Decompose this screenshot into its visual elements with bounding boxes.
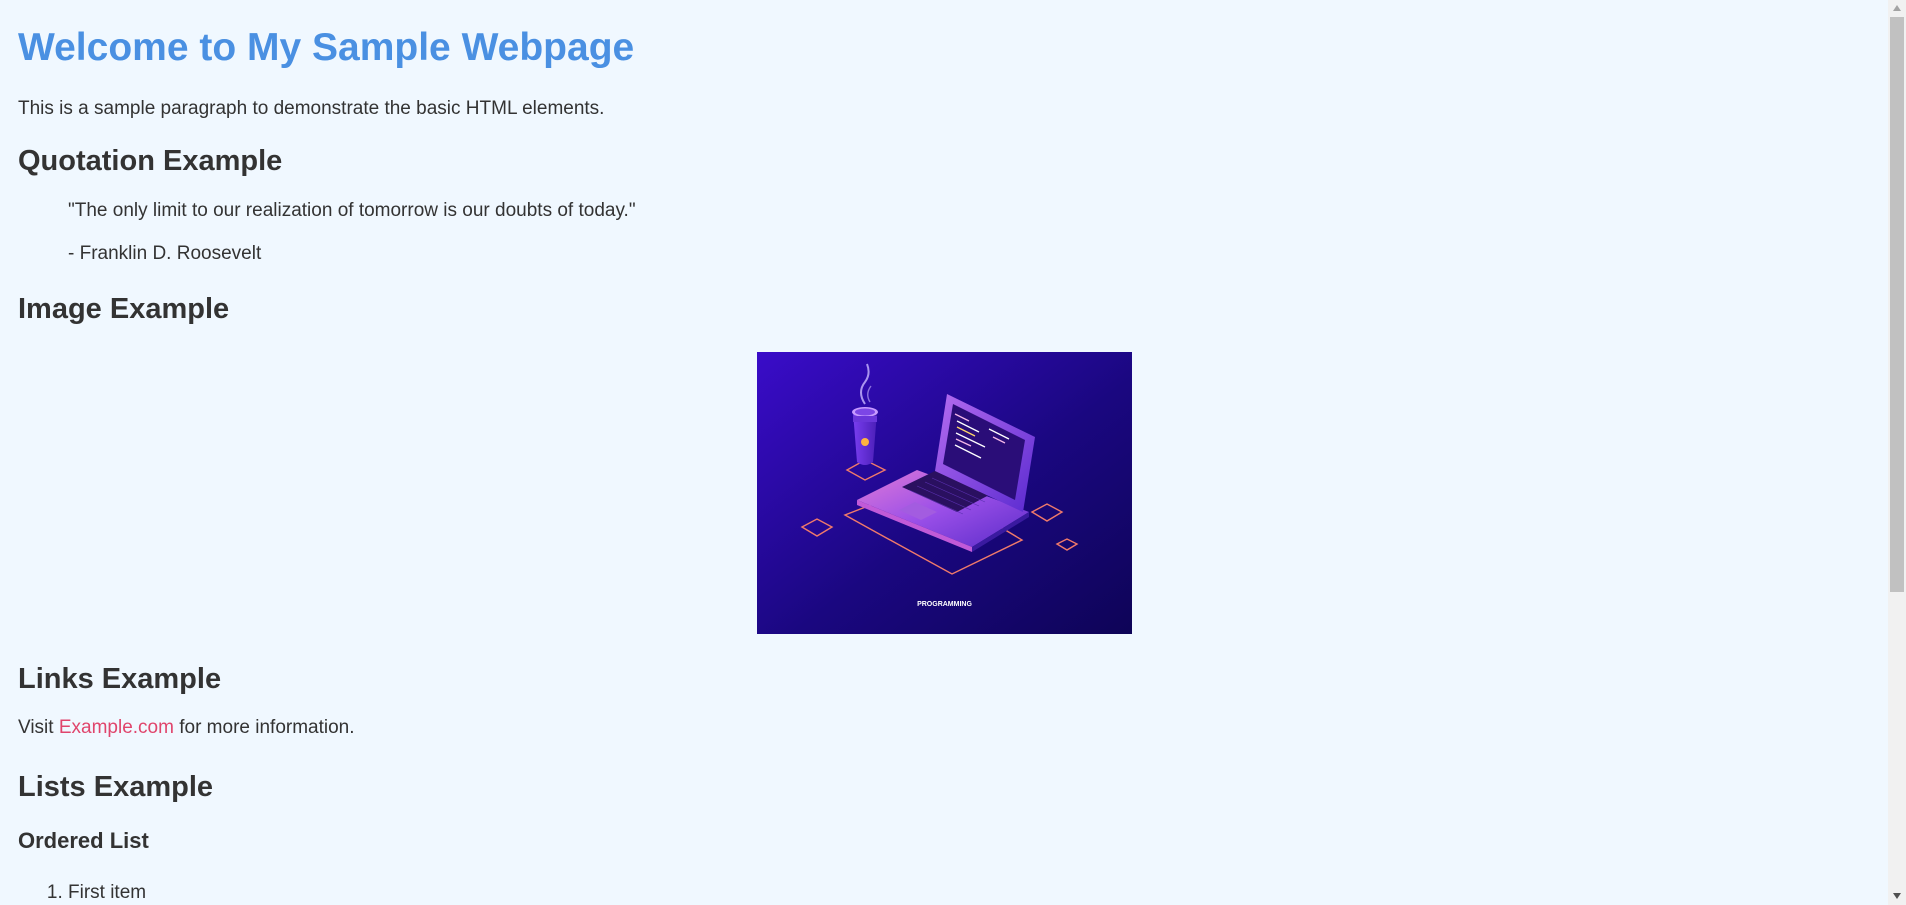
- ordered-list: First item: [18, 882, 1870, 904]
- vertical-scrollbar[interactable]: [1888, 0, 1906, 905]
- links-prefix: Visit: [18, 717, 54, 738]
- quotation-heading: Quotation Example: [18, 145, 283, 177]
- webpage: Welcome to My Sample Webpage This is a s…: [0, 0, 1888, 905]
- programming-illustration: PROGRAMMING: [756, 352, 1132, 634]
- image-caption: PROGRAMMING: [917, 601, 972, 608]
- triangle-up-icon: [1893, 5, 1901, 11]
- scroll-down-button[interactable]: [1888, 888, 1906, 905]
- quote-author: - Franklin D. Roosevelt: [68, 243, 262, 264]
- image-heading: Image Example: [18, 293, 230, 325]
- main-content: Welcome to My Sample Webpage This is a s…: [0, 24, 1888, 904]
- quote-text: "The only limit to our realization of to…: [68, 200, 636, 221]
- intro-paragraph: This is a sample paragraph to demonstrat…: [18, 98, 605, 119]
- links-paragraph: Visit Example.com for more information.: [18, 717, 1870, 739]
- ordered-list-heading: Ordered List: [18, 828, 149, 853]
- links-suffix: for more information.: [179, 717, 355, 738]
- quotation-block: "The only limit to our realization of to…: [68, 200, 1870, 265]
- example-link[interactable]: Example.com: [59, 717, 174, 738]
- image-container: PROGRAMMING: [18, 352, 1870, 634]
- page-title: Welcome to My Sample Webpage: [18, 26, 635, 69]
- triangle-down-icon: [1893, 893, 1901, 899]
- list-item: First item: [68, 882, 1870, 904]
- links-heading: Links Example: [18, 663, 222, 695]
- scroll-up-button[interactable]: [1888, 0, 1906, 17]
- lists-heading: Lists Example: [18, 771, 214, 803]
- scroll-thumb[interactable]: [1890, 17, 1904, 592]
